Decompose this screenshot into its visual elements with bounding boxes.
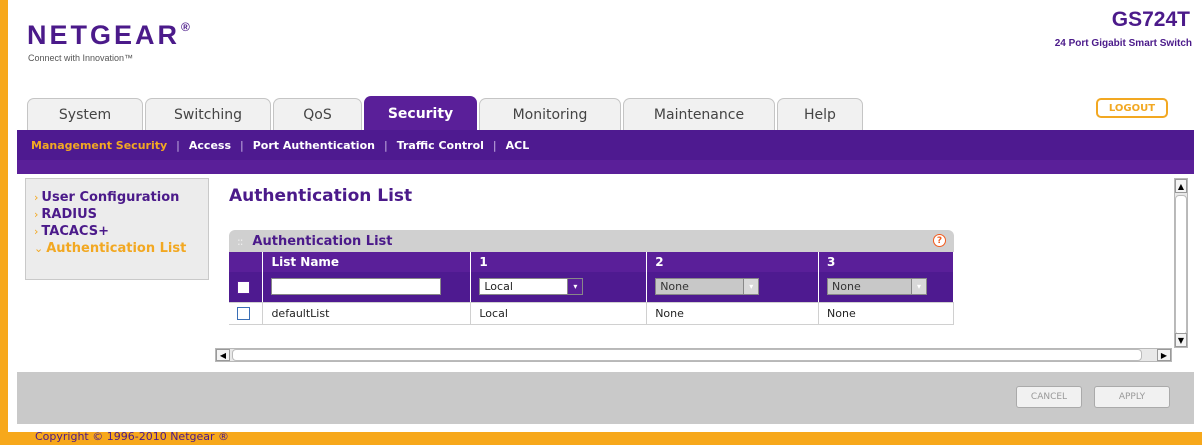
sidebar-item-authentication-list[interactable]: ⌄ Authentication List — [34, 240, 208, 257]
panel-header: :: Authentication List ? — [229, 230, 954, 252]
column-header-list-name: List Name — [262, 252, 472, 272]
chevron-right-icon: › — [34, 225, 39, 238]
row-method3: None — [818, 302, 954, 325]
authentication-list-panel: :: Authentication List ? List Name 1 2 3… — [229, 230, 954, 325]
method3-select[interactable]: None ▾ — [827, 278, 928, 296]
main-tabs: System Switching QoS Security Monitoring… — [27, 96, 865, 130]
nav-strip — [17, 160, 1194, 174]
subnav-separator: | — [383, 138, 388, 152]
tagline: Connect with Innovation™ — [28, 53, 134, 63]
edit-row-method3-cell: None ▾ — [818, 272, 954, 303]
row-select-cell — [229, 302, 264, 325]
chevron-right-icon: › — [34, 208, 39, 221]
tab-switching[interactable]: Switching — [145, 98, 271, 130]
edit-row-name-cell — [262, 272, 472, 303]
edit-row-select-cell — [229, 272, 264, 303]
row-method1: Local — [470, 302, 648, 325]
sub-navigation: Management Security | Access | Port Auth… — [17, 130, 1194, 160]
bottom-action-bar: CANCEL APPLY — [17, 372, 1194, 424]
cancel-button[interactable]: CANCEL — [1016, 386, 1082, 408]
apply-button[interactable]: APPLY — [1094, 386, 1170, 408]
logo-mark: ® — [181, 20, 190, 34]
edit-row-method2-cell: None ▾ — [646, 272, 820, 303]
netgear-logo: NETGEAR® — [27, 20, 190, 50]
edit-row-method1-cell: Local ▾ — [470, 272, 648, 303]
copyright: Copyright © 1996-2010 Netgear ® — [35, 430, 230, 443]
vertical-scrollbar[interactable]: ▲ ▼ — [1174, 178, 1188, 348]
tab-maintenance[interactable]: Maintenance — [623, 98, 775, 130]
tab-monitoring[interactable]: Monitoring — [479, 98, 621, 130]
horizontal-scrollbar[interactable]: ◀ ▶ — [215, 348, 1172, 362]
model-description: 24 Port Gigabit Smart Switch — [1054, 38, 1192, 49]
subnav-management-security[interactable]: Management Security — [31, 139, 167, 152]
subnav-acl[interactable]: ACL — [506, 139, 530, 152]
horizontal-scroll-thumb[interactable] — [232, 349, 1142, 361]
method2-select[interactable]: None ▾ — [655, 278, 760, 296]
chevron-down-icon: ▾ — [743, 279, 759, 295]
content-area: Authentication List :: Authentication Li… — [212, 174, 1174, 346]
column-header-1: 1 — [470, 252, 648, 272]
row-list-name: defaultList — [262, 302, 472, 325]
page-title: Authentication List — [229, 186, 413, 206]
column-header-select — [229, 252, 264, 272]
chevron-down-icon: ▾ — [911, 279, 927, 295]
chevron-right-icon: › — [34, 191, 39, 204]
side-menu: › User Configuration › RADIUS › TACACS+ ⌄ Au… — [25, 178, 209, 280]
sidebar-item-user-configuration[interactable]: › User Configuration — [34, 189, 208, 206]
table-row: defaultList Local None None — [229, 302, 954, 325]
subnav-separator: | — [492, 138, 497, 152]
sidebar-item-tacacs[interactable]: › TACACS+ — [34, 223, 208, 240]
subnav-traffic-control[interactable]: Traffic Control — [397, 139, 484, 152]
tab-system[interactable]: System — [27, 98, 143, 130]
list-name-input[interactable] — [271, 278, 442, 296]
help-icon[interactable]: ? — [933, 234, 946, 247]
panel-title: Authentication List — [252, 233, 393, 249]
table-header-row: List Name 1 2 3 — [229, 252, 954, 272]
scroll-down-icon[interactable]: ▼ — [1175, 333, 1187, 347]
column-header-2: 2 — [646, 252, 820, 272]
subnav-access[interactable]: Access — [189, 139, 231, 152]
chevron-down-icon: ▾ — [567, 279, 583, 295]
chevron-down-icon: ⌄ — [34, 242, 44, 255]
subnav-separator: | — [240, 138, 244, 152]
tab-qos[interactable]: QoS — [273, 98, 362, 130]
sidebar-item-radius[interactable]: › RADIUS — [34, 206, 208, 223]
scroll-right-icon[interactable]: ▶ — [1157, 349, 1171, 361]
column-header-3: 3 — [818, 252, 954, 272]
logout-button[interactable]: LOGOUT — [1096, 98, 1168, 118]
method1-select[interactable]: Local ▾ — [479, 278, 584, 296]
subnav-port-authentication[interactable]: Port Authentication — [253, 139, 375, 152]
row-checkbox[interactable] — [237, 306, 250, 320]
scroll-up-icon[interactable]: ▲ — [1175, 179, 1187, 193]
select-all-checkbox[interactable] — [237, 280, 250, 294]
row-method2: None — [646, 302, 820, 325]
vertical-scroll-thumb[interactable] — [1175, 195, 1187, 335]
grip-icon: :: — [237, 234, 244, 248]
tab-help[interactable]: Help — [777, 98, 863, 130]
scroll-left-icon[interactable]: ◀ — [216, 349, 230, 361]
tab-security[interactable]: Security — [364, 96, 477, 130]
subnav-separator: | — [176, 138, 180, 152]
edit-row: Local ▾ None ▾ None ▾ — [229, 272, 954, 303]
model-name: GS724T — [1111, 8, 1190, 31]
authentication-list-table: List Name 1 2 3 Local ▾ None ▾ None ▾ de… — [229, 252, 954, 325]
